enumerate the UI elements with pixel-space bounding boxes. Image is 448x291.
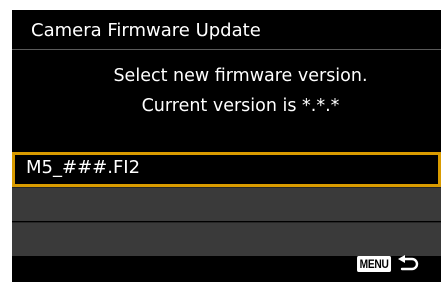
camera-lcd-screen: Camera Firmware Update Select new firmwa… <box>12 10 441 282</box>
current-version-line: Current version is *.*.* <box>141 96 340 116</box>
page-title: Camera Firmware Update <box>31 20 261 41</box>
firmware-file-name: M5_###.FI2 <box>26 157 141 178</box>
footer-bar: MENU <box>12 244 441 282</box>
firmware-file-list: M5_###.FI2 <box>12 152 441 257</box>
instruction-line-1: Select new firmware version. <box>113 66 368 86</box>
return-arrow-icon[interactable] <box>397 255 421 273</box>
firmware-file-item-empty[interactable] <box>12 187 441 222</box>
menu-button[interactable]: MENU <box>356 256 391 272</box>
firmware-file-item-selected[interactable]: M5_###.FI2 <box>12 152 441 187</box>
title-bar: Camera Firmware Update <box>12 10 441 50</box>
instruction-message: Select new firmware version. Current ver… <box>12 61 441 121</box>
